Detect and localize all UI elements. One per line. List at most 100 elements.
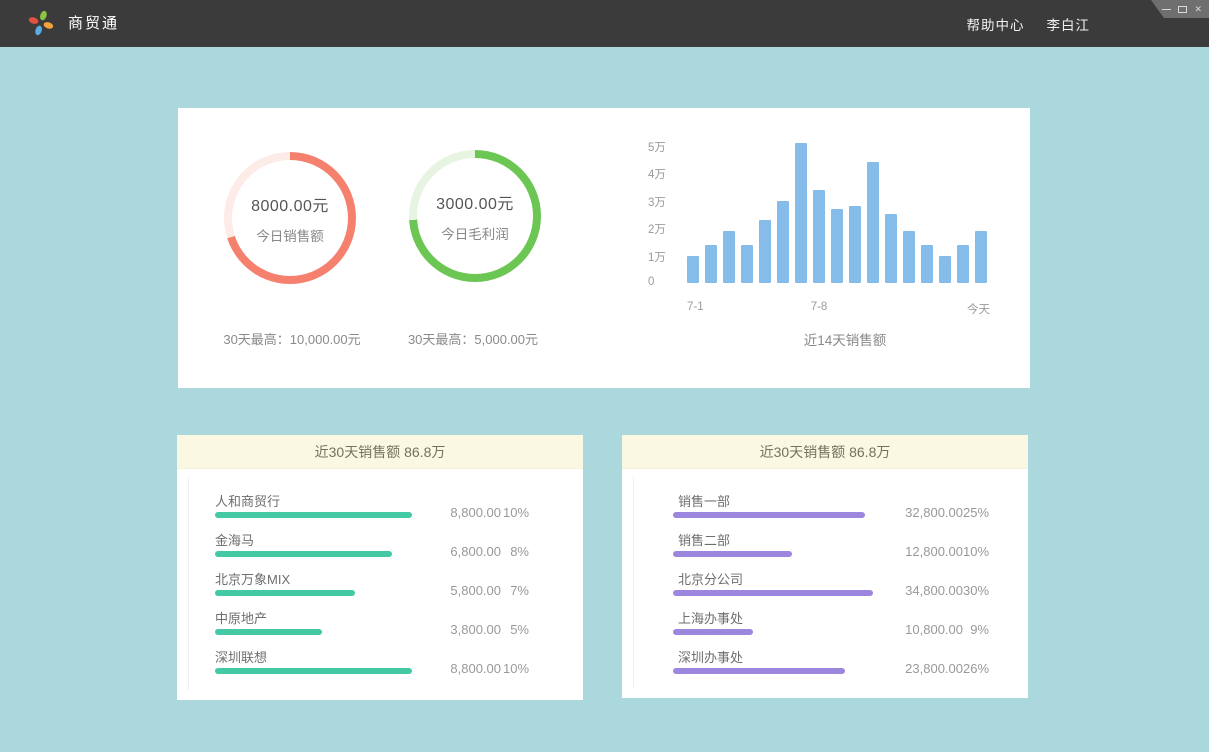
- rank-row-bar: [673, 629, 753, 635]
- nav-help-center[interactable]: 帮助中心: [967, 14, 1025, 34]
- today-sales-value: 8000.00元: [251, 192, 329, 216]
- rank-row: 上海办事处 10,800.009%: [622, 608, 1028, 647]
- rank-row: 销售一部 32,800.0025%: [622, 491, 1028, 530]
- rank-row-value: 32,800.00: [863, 505, 963, 520]
- y-axis-label: 2万: [648, 221, 688, 237]
- daily-bar: [687, 256, 699, 284]
- rank-row-label: 销售二部: [678, 530, 730, 549]
- daily-bar: [867, 162, 879, 283]
- rank-row-value: 12,800.00: [863, 544, 963, 559]
- rank-row-bar: [215, 629, 322, 635]
- sales-30d-max: 30天最高：10,000.00元: [192, 329, 392, 348]
- rank-card-departments-title: 近30天销售额 86.8万: [622, 435, 1028, 469]
- rank-row-bar: [673, 551, 792, 557]
- rank-row-bar: [673, 512, 865, 518]
- window-controls: ✕: [1151, 0, 1209, 18]
- daily-bars: [687, 137, 989, 283]
- rank-row-percent: 7%: [503, 583, 529, 598]
- y-axis-label: 0: [648, 276, 688, 288]
- y-axis-label: 1万: [648, 249, 688, 265]
- chart-caption: 近14天销售额: [695, 329, 995, 349]
- maximize-icon[interactable]: [1178, 6, 1187, 13]
- today-sales-ring-center: 8000.00元 今日销售额: [232, 160, 348, 276]
- rank-row-percent: 30%: [963, 583, 989, 598]
- rank-row-bar: [215, 668, 412, 674]
- today-profit-ring-center: 3000.00元 今日毛利润: [417, 158, 533, 274]
- rank-row-bar: [215, 590, 355, 596]
- daily-bar: [813, 190, 825, 284]
- rank-row-percent: 25%: [963, 505, 989, 520]
- x-tick-first: 7-1: [687, 301, 704, 313]
- rank-row-label: 人和商贸行: [215, 491, 280, 510]
- daily-bar: [885, 214, 897, 283]
- titlebar-nav: 帮助中心 李白江: [967, 0, 1091, 47]
- rank-row-label: 北京分公司: [678, 569, 743, 588]
- rank-row-label: 北京万象MIX: [215, 569, 290, 588]
- daily-bar: [921, 245, 933, 284]
- titlebar: 商贸通 帮助中心 李白江 ✕: [0, 0, 1209, 47]
- rank-row-percent: 10%: [963, 544, 989, 559]
- rank-row-bar: [215, 512, 412, 518]
- rank-row-percent: 8%: [503, 544, 529, 559]
- today-profit-value: 3000.00元: [436, 190, 514, 214]
- rank-row-value: 8,800.00: [401, 661, 501, 676]
- rank-row-label: 深圳联想: [215, 647, 267, 666]
- app-title: 商贸通: [68, 0, 119, 47]
- app-logo-icon: [28, 10, 54, 36]
- rank-row-bar: [215, 551, 392, 557]
- rank-row-value: 8,800.00: [401, 505, 501, 520]
- rank-row-value: 10,800.00: [863, 622, 963, 637]
- profit-30d-max: 30天最高：5,000.00元: [373, 329, 573, 348]
- rank-row-percent: 26%: [963, 661, 989, 676]
- daily-bar: [939, 256, 951, 284]
- daily-bar: [759, 220, 771, 283]
- nav-user[interactable]: 李白江: [1047, 14, 1091, 34]
- y-axis-label: 3万: [648, 194, 688, 210]
- today-profit-label: 今日毛利润: [441, 223, 509, 243]
- today-profit-ring: 3000.00元 今日毛利润: [409, 150, 541, 282]
- daily-bar: [705, 245, 717, 284]
- daily-bar: [975, 231, 987, 283]
- rank-row-label: 销售一部: [678, 491, 730, 510]
- minimize-icon[interactable]: [1162, 9, 1171, 10]
- rank-row-label: 中原地产: [215, 608, 267, 627]
- rank-row-bar: [673, 668, 845, 674]
- rank-row: 深圳办事处 23,800.0026%: [622, 647, 1028, 686]
- daily-bar: [777, 201, 789, 284]
- close-icon[interactable]: ✕: [1194, 5, 1202, 14]
- y-axis-label: 4万: [648, 166, 688, 182]
- rank-row-percent: 9%: [963, 622, 989, 637]
- today-sales-ring: 8000.00元 今日销售额: [224, 152, 356, 284]
- y-axis-label: 5万: [648, 139, 688, 155]
- rank-row: 深圳联想 8,800.0010%: [177, 647, 583, 686]
- rank-row-percent: 10%: [503, 661, 529, 676]
- rank-row-label: 金海马: [215, 530, 254, 549]
- daily-bar: [831, 209, 843, 283]
- rank-row-bar: [673, 590, 873, 596]
- today-sales-label: 今日销售额: [256, 225, 324, 245]
- rank-row: 北京分公司 34,800.0030%: [622, 569, 1028, 608]
- rank-row-label: 深圳办事处: [678, 647, 743, 666]
- rank-row-value: 3,800.00: [401, 622, 501, 637]
- rank-row: 中原地产 3,800.005%: [177, 608, 583, 647]
- rank-row: 销售二部 12,800.0010%: [622, 530, 1028, 569]
- rank-row-value: 23,800.00: [863, 661, 963, 676]
- x-tick-last: 今天: [940, 301, 990, 317]
- rank-row-value: 5,800.00: [401, 583, 501, 598]
- overview-card: 8000.00元 今日销售额 30天最高：10,000.00元 3000.00元…: [178, 108, 1030, 388]
- rank-card-departments: 近30天销售额 86.8万 销售一部 32,800.0025% 销售二部 12,800…: [622, 435, 1028, 698]
- rank-row-percent: 10%: [503, 505, 529, 520]
- daily-bar: [849, 206, 861, 283]
- daily-bar: [723, 231, 735, 283]
- daily-bar: [741, 245, 753, 284]
- daily-bar: [795, 143, 807, 283]
- x-tick-middle: 7-8: [804, 301, 834, 313]
- rank-row-percent: 5%: [503, 622, 529, 637]
- daily-bar: [903, 231, 915, 283]
- rank-card-customers: 近30天销售额 86.8万 人和商贸行8,800.0010%金海马6,800.0…: [177, 435, 583, 700]
- rank-row-value: 6,800.00: [401, 544, 501, 559]
- rank-row-label: 上海办事处: [678, 608, 743, 627]
- rank-card-customers-title: 近30天销售额 86.8万: [177, 435, 583, 469]
- rank-row-value: 34,800.00: [863, 583, 963, 598]
- daily-bar: [957, 245, 969, 284]
